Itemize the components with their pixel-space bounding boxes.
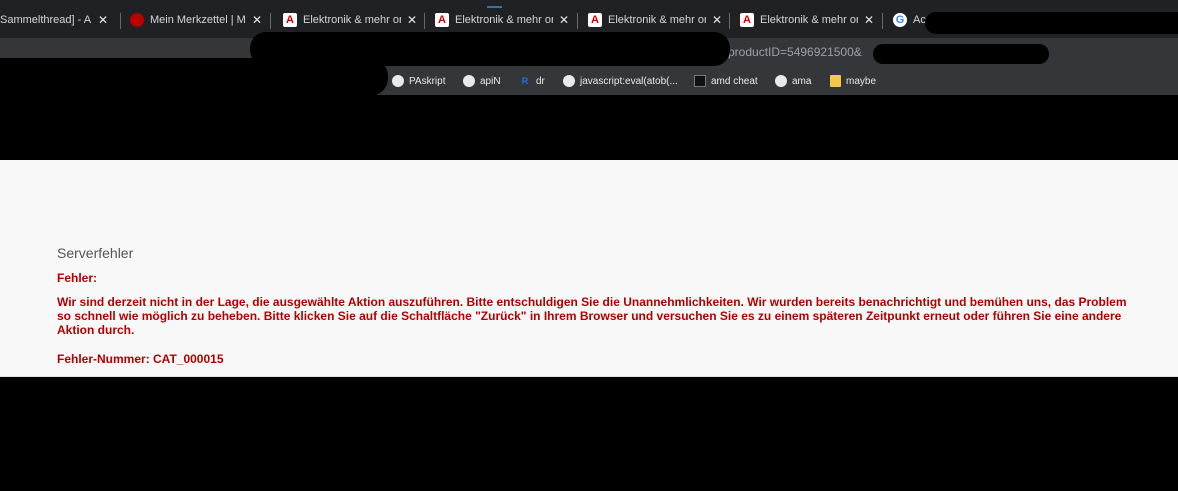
tab-forum[interactable]: Sammelthread] - AM ✕ <box>0 6 112 34</box>
bookmark-maybe[interactable]: maybe <box>830 73 876 89</box>
tab-title: Elektronik & mehr on <box>608 14 706 26</box>
tab-title: Elektronik & mehr on <box>303 14 401 26</box>
tab-separator <box>577 13 578 29</box>
tab-close-icon[interactable]: ✕ <box>98 13 108 27</box>
tab-separator <box>120 13 121 29</box>
tab-close-icon[interactable]: ✕ <box>559 13 569 27</box>
page-title: Serverfehler <box>57 245 134 261</box>
bookmark-amd-cheat[interactable]: amd cheat <box>694 73 758 89</box>
globe-icon <box>463 75 475 87</box>
tab-close-icon[interactable]: ✕ <box>407 13 417 27</box>
amazon-icon: A <box>435 13 449 27</box>
globe-icon <box>392 75 404 87</box>
globe-icon <box>775 75 787 87</box>
tab-close-icon[interactable]: ✕ <box>712 13 722 27</box>
bookmark-label: PAskript <box>409 75 446 87</box>
tab-separator <box>729 13 730 29</box>
tab-close-icon[interactable]: ✕ <box>864 13 874 27</box>
globe-icon <box>563 75 575 87</box>
tab-title: Elektronik & mehr on <box>760 14 858 26</box>
error-label: Fehler: <box>57 271 98 285</box>
redaction <box>873 44 1049 64</box>
redacted-page-header <box>0 95 1178 160</box>
google-icon: G <box>893 13 907 27</box>
redaction <box>925 12 1178 34</box>
bookmark-label: javascript:eval(atob(... <box>580 75 678 87</box>
bookmark-label: maybe <box>846 75 877 87</box>
tab-separator <box>424 13 425 29</box>
tab-title: Mein Merkzettel | Me <box>150 14 246 26</box>
amazon-icon: A <box>283 13 297 27</box>
tab-amazon-1[interactable]: A Elektronik & mehr on ✕ <box>283 6 419 34</box>
error-number: Fehler-Nummer: CAT_000015 <box>57 352 224 366</box>
bookmark-label: ama <box>792 75 812 87</box>
bookmark-paskript[interactable]: PAskript <box>392 73 446 89</box>
tab-separator <box>270 13 271 29</box>
tab-close-icon[interactable]: ✕ <box>252 13 262 27</box>
bookmark-label: amd cheat <box>711 75 758 87</box>
amazon-icon: A <box>740 13 754 27</box>
amd-icon <box>694 75 706 87</box>
red-circle-icon <box>130 13 144 27</box>
bookmark-label: apiN <box>480 75 501 87</box>
redaction <box>0 58 388 96</box>
tab-amazon-4[interactable]: A Elektronik & mehr on ✕ <box>740 6 876 34</box>
bookmark-javascript[interactable]: javascript:eval(atob(... <box>563 73 678 89</box>
bookmark-ama[interactable]: ama <box>775 73 811 89</box>
tab-amazon-3[interactable]: A Elektronik & mehr on ✕ <box>588 6 724 34</box>
bookmark-apin[interactable]: apiN <box>463 73 501 89</box>
r-icon: R <box>521 76 529 86</box>
tab-separator <box>882 13 883 29</box>
tab-title: Elektronik & mehr on <box>455 14 553 26</box>
bookmark-dr[interactable]: R dr <box>519 73 545 89</box>
tab-amazon-2[interactable]: A Elektronik & mehr on ✕ <box>435 6 571 34</box>
folder-icon <box>830 75 841 87</box>
amazon-icon: A <box>588 13 602 27</box>
bookmark-label: dr <box>536 75 545 87</box>
tab-merkzettel[interactable]: Mein Merkzettel | Me ✕ <box>130 6 264 34</box>
error-message: Wir sind derzeit nicht in der Lage, die … <box>57 295 1127 337</box>
url-text[interactable]: productID=5496921500& <box>728 45 862 59</box>
redacted-footer <box>0 377 1178 491</box>
tab-title: Sammelthread] - AM <box>0 14 92 26</box>
error-page: Serverfehler Fehler: Wir sind derzeit ni… <box>0 160 1178 377</box>
